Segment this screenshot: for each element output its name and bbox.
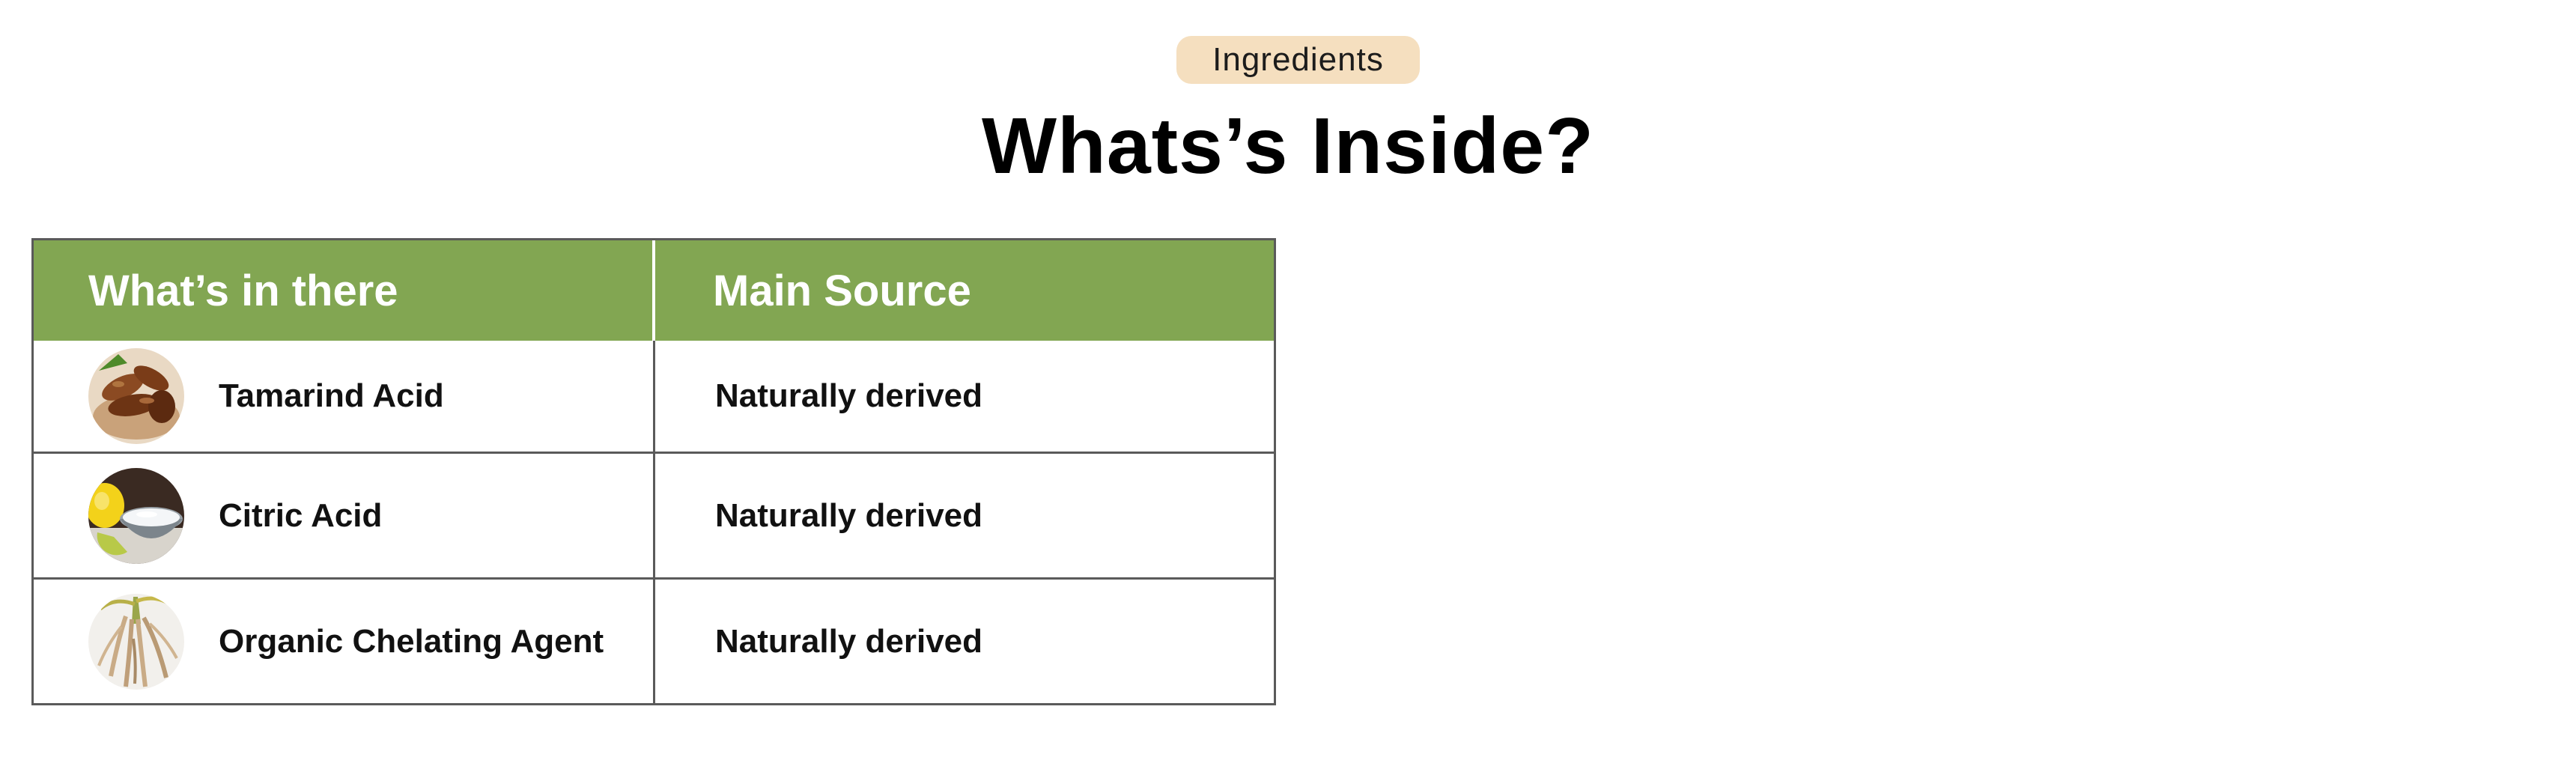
ingredients-badge: Ingredients [1176, 36, 1420, 84]
ingredients-badge-label: Ingredients [1212, 41, 1384, 78]
source-cell: Naturally derived [655, 341, 1274, 452]
table-row: Organic Chelating Agent Naturally derive… [34, 577, 1274, 703]
lemon-citric-image [88, 467, 184, 564]
column-header-source: Main Source [713, 266, 971, 315]
page: Ingredients Whats’s Inside? What’s in th… [0, 0, 2576, 772]
table-header: What’s in there Main Source [34, 240, 1274, 341]
table-row: Tamarind Acid Naturally derived [34, 341, 1274, 452]
source-value: Naturally derived [715, 622, 983, 660]
ingredient-name: Organic Chelating Agent [219, 622, 604, 660]
table-row: Citric Acid Naturally derived [34, 452, 1274, 577]
source-value: Naturally derived [715, 377, 983, 414]
source-value: Naturally derived [715, 496, 983, 534]
ingredient-cell: Tamarind Acid [34, 341, 655, 452]
root-image [88, 593, 184, 690]
ingredients-table: What’s in there Main Source Tamarind Aci… [31, 238, 1276, 705]
ingredient-name: Tamarind Acid [219, 377, 444, 414]
section-title: Whats’s Inside? [982, 102, 1594, 190]
source-cell: Naturally derived [655, 580, 1274, 703]
ingredient-cell: Organic Chelating Agent [34, 580, 655, 703]
ingredient-cell: Citric Acid [34, 454, 655, 577]
ingredient-name: Citric Acid [219, 496, 383, 534]
source-cell: Naturally derived [655, 454, 1274, 577]
column-header-ingredient: What’s in there [34, 240, 655, 341]
tamarind-image [88, 348, 184, 444]
